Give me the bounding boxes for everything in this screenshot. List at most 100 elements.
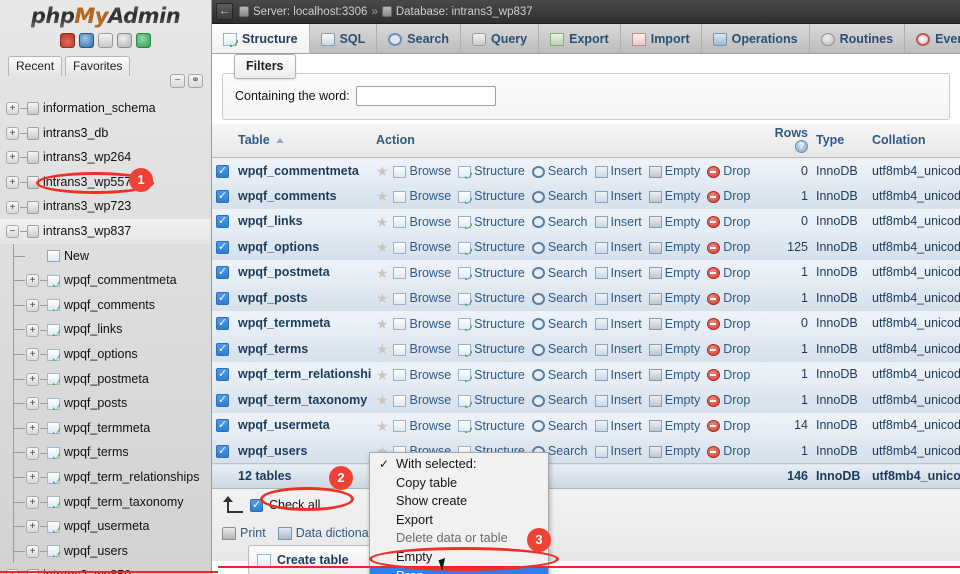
row-checkbox-cell[interactable] <box>212 158 234 184</box>
action-browse[interactable]: Browse <box>393 393 451 407</box>
action-structure[interactable]: Structure <box>458 419 525 433</box>
action-browse[interactable]: Browse <box>393 291 451 305</box>
row-checkbox[interactable] <box>216 368 229 381</box>
action-empty[interactable]: Empty <box>649 444 700 458</box>
tab-operations[interactable]: Operations <box>702 24 810 54</box>
favorite-star-icon[interactable]: ★ <box>376 317 390 331</box>
tree-item-intrans3-db[interactable]: +intrans3_db <box>0 121 211 146</box>
refresh-icon[interactable] <box>136 33 151 48</box>
breadcrumb-database[interactable]: Database: intrans3_wp837 <box>396 6 533 18</box>
action-drop[interactable]: Drop <box>707 342 750 356</box>
row-table-name[interactable]: wpqf_term_taxonomy <box>234 387 372 413</box>
tab-events[interactable]: Events <box>905 24 960 54</box>
action-drop[interactable]: Drop <box>707 240 750 254</box>
row-checkbox-cell[interactable] <box>212 362 234 388</box>
action-structure[interactable]: Structure <box>458 215 525 229</box>
row-checkbox-cell[interactable] <box>212 183 234 209</box>
row-checkbox[interactable] <box>216 165 229 178</box>
favorite-star-icon[interactable]: ★ <box>376 240 390 254</box>
action-search[interactable]: Search <box>532 164 588 178</box>
tree-item-wpqf-usermeta[interactable]: +wpqf_usermeta <box>0 514 211 539</box>
action-drop[interactable]: Drop <box>707 393 750 407</box>
action-drop[interactable]: Drop <box>707 444 750 458</box>
tab-export[interactable]: Export <box>539 24 621 54</box>
row-checkbox-cell[interactable] <box>212 413 234 439</box>
action-empty[interactable]: Empty <box>649 215 700 229</box>
action-insert[interactable]: Insert <box>595 266 642 280</box>
menu-item-with-selected[interactable]: With selected: <box>370 455 548 474</box>
tree-expander[interactable]: + <box>6 151 19 164</box>
tree-expander[interactable]: + <box>6 201 19 214</box>
action-structure[interactable]: Structure <box>458 240 525 254</box>
tree-expander[interactable]: + <box>26 324 39 337</box>
action-browse[interactable]: Browse <box>393 266 451 280</box>
action-structure[interactable]: Structure <box>458 342 525 356</box>
tree-item-intrans3-wp837[interactable]: −intrans3_wp837 <box>0 219 211 244</box>
action-browse[interactable]: Browse <box>393 164 451 178</box>
check-all-label[interactable]: Check all <box>269 498 320 512</box>
action-structure[interactable]: Structure <box>458 368 525 382</box>
action-browse[interactable]: Browse <box>393 189 451 203</box>
action-browse[interactable]: Browse <box>393 240 451 254</box>
tab-structure[interactable]: Structure <box>212 24 310 54</box>
row-checkbox[interactable] <box>216 266 229 279</box>
print-link[interactable]: Print <box>222 526 266 540</box>
back-button[interactable]: ← <box>216 3 233 20</box>
action-drop[interactable]: Drop <box>707 291 750 305</box>
data-dictionary-link[interactable]: Data dictionary <box>278 526 379 540</box>
tree-item-wpqf-term-relationships[interactable]: +wpqf_term_relationships <box>0 465 211 490</box>
action-empty[interactable]: Empty <box>649 393 700 407</box>
action-search[interactable]: Search <box>532 342 588 356</box>
tree-item-wpqf-postmeta[interactable]: +wpqf_postmeta <box>0 367 211 392</box>
tree-item-wpqf-links[interactable]: +wpqf_links <box>0 317 211 342</box>
tree-expander[interactable]: + <box>26 545 39 558</box>
menu-item-export[interactable]: Export <box>370 511 548 530</box>
row-checkbox-cell[interactable] <box>212 336 234 362</box>
action-search[interactable]: Search <box>532 215 588 229</box>
action-structure[interactable]: Structure <box>458 266 525 280</box>
action-search[interactable]: Search <box>532 317 588 331</box>
globe-icon[interactable] <box>79 33 94 48</box>
tree-expander[interactable]: + <box>26 397 39 410</box>
action-insert[interactable]: Insert <box>595 419 642 433</box>
home-icon[interactable] <box>60 33 75 48</box>
action-structure[interactable]: Structure <box>458 291 525 305</box>
tree-item-intrans3-wp723[interactable]: +intrans3_wp723 <box>0 194 211 219</box>
tree-item-intrans3-wp264[interactable]: +intrans3_wp264 <box>0 145 211 170</box>
tree-expander[interactable]: + <box>26 471 39 484</box>
tree-expander[interactable]: + <box>6 176 19 189</box>
tree-item-wpqf-term-taxonomy[interactable]: +wpqf_term_taxonomy <box>0 490 211 515</box>
tree-expander[interactable]: + <box>26 348 39 361</box>
row-table-name[interactable]: wpqf_users <box>234 438 372 464</box>
action-search[interactable]: Search <box>532 393 588 407</box>
action-insert[interactable]: Insert <box>595 240 642 254</box>
row-checkbox-cell[interactable] <box>212 311 234 337</box>
action-empty[interactable]: Empty <box>649 317 700 331</box>
tree-expander[interactable]: + <box>26 422 39 435</box>
action-insert[interactable]: Insert <box>595 215 642 229</box>
tree-expander[interactable]: − <box>6 225 19 238</box>
header-table[interactable]: Table <box>234 124 372 158</box>
filters-word-input[interactable] <box>356 86 496 106</box>
favorite-star-icon[interactable]: ★ <box>376 419 390 433</box>
action-insert[interactable]: Insert <box>595 164 642 178</box>
action-search[interactable]: Search <box>532 291 588 305</box>
menu-item-show-create[interactable]: Show create <box>370 492 548 511</box>
favorite-star-icon[interactable]: ★ <box>376 189 390 203</box>
tab-import[interactable]: Import <box>621 24 702 54</box>
tree-item-wpqf-options[interactable]: +wpqf_options <box>0 342 211 367</box>
action-drop[interactable]: Drop <box>707 419 750 433</box>
rows-help-icon[interactable]: ? <box>795 140 808 153</box>
action-drop[interactable]: Drop <box>707 368 750 382</box>
tree-expander[interactable]: + <box>26 373 39 386</box>
action-insert[interactable]: Insert <box>595 342 642 356</box>
row-checkbox[interactable] <box>216 215 229 228</box>
doc-icon[interactable] <box>98 33 113 48</box>
row-table-name[interactable]: wpqf_comments <box>234 183 372 209</box>
phpmyadmin-logo[interactable]: phpMyAdmin <box>0 0 211 30</box>
action-empty[interactable]: Empty <box>649 240 700 254</box>
tree-item-New[interactable]: New <box>0 244 211 269</box>
tab-recent[interactable]: Recent <box>8 56 62 76</box>
row-table-name[interactable]: wpqf_usermeta <box>234 413 372 439</box>
row-checkbox[interactable] <box>216 190 229 203</box>
